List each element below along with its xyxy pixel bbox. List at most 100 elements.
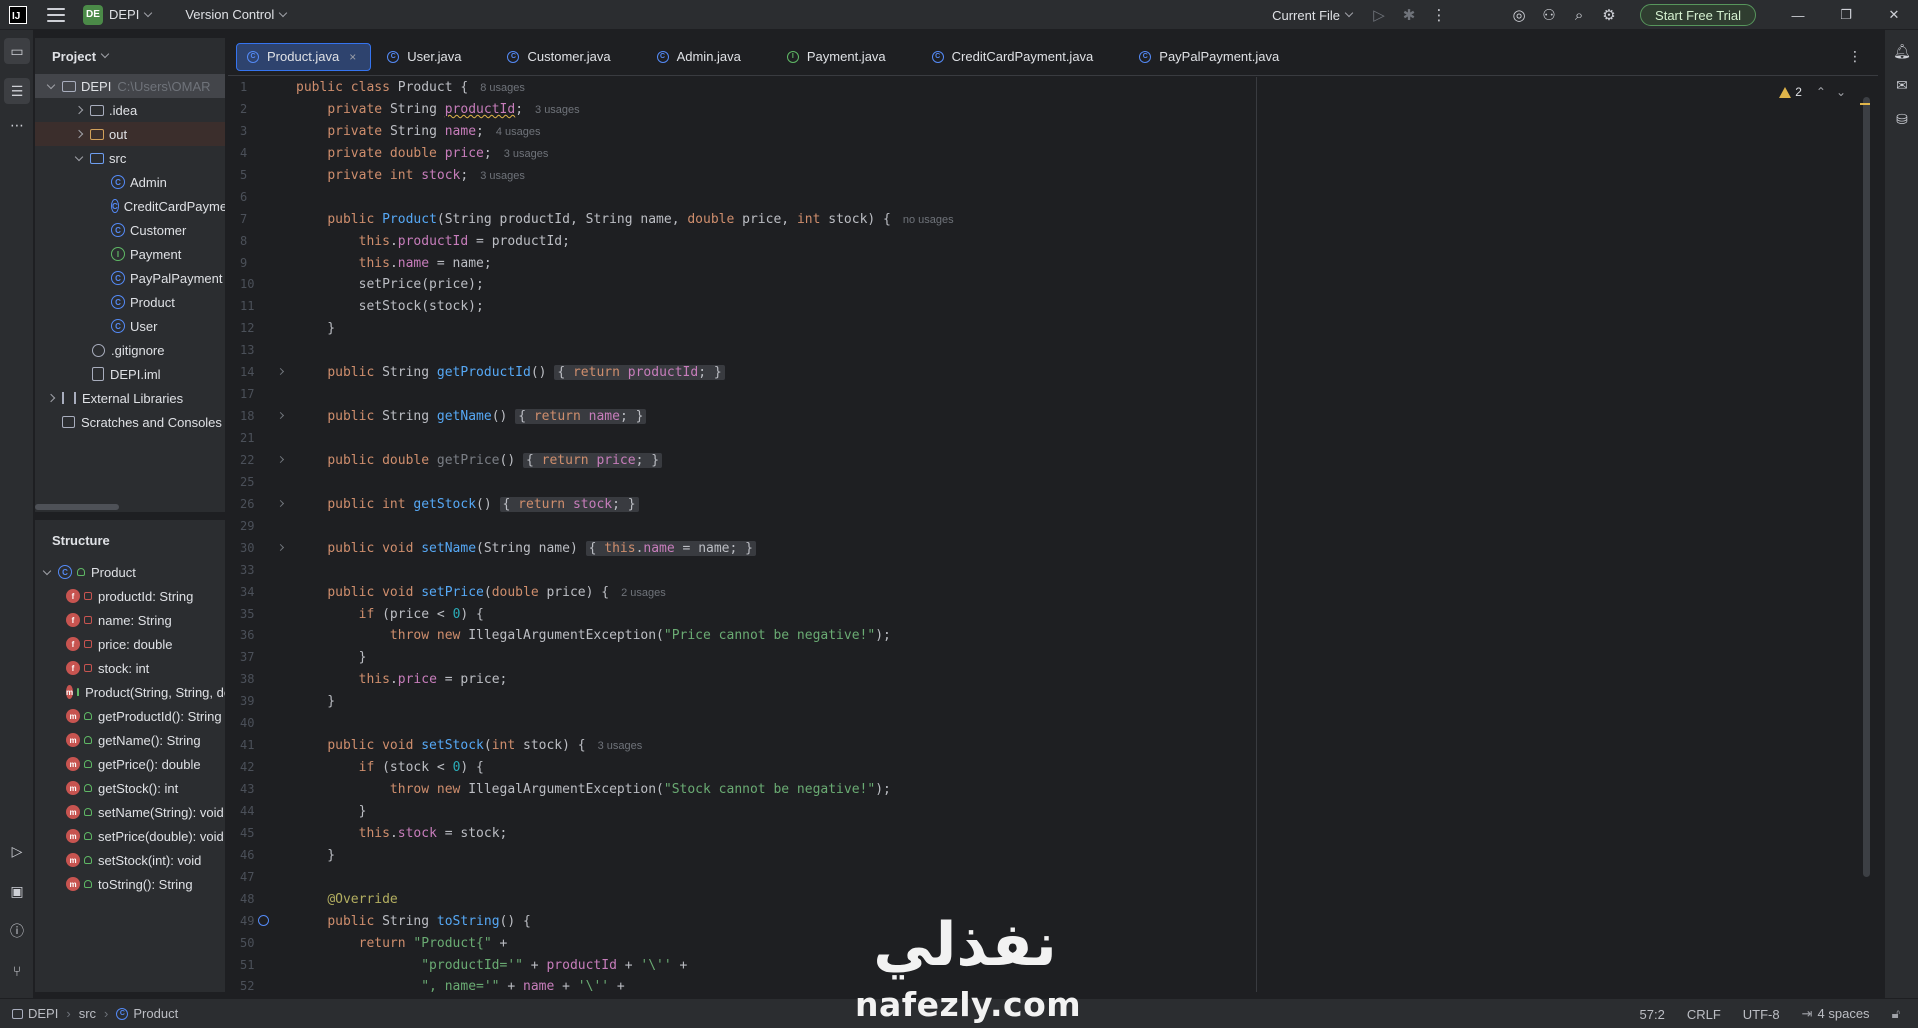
vcs-menu[interactable]: Version Control: [185, 7, 288, 22]
inspection-widget[interactable]: 2 ⌃ ⌄: [1779, 85, 1846, 99]
start-free-trial-button[interactable]: Start Free Trial: [1640, 4, 1756, 26]
code-area[interactable]: 1 2 3 4 5 6 7 8 9 10 11 12 13 14 17 18 21 22 25 26 29 30 33 34 3…: [228, 77, 1878, 992]
services-run-icon[interactable]: ▷: [4, 838, 30, 864]
tree-item-product[interactable]: C Product: [35, 290, 225, 314]
fold-expand-icon[interactable]: [276, 368, 285, 376]
close-window-icon[interactable]: ✕: [1870, 0, 1918, 30]
tree-item-gitignore[interactable]: .gitignore: [35, 338, 225, 362]
fold-expand-icon[interactable]: [276, 543, 285, 551]
next-highlight-icon[interactable]: ⌄: [1836, 85, 1846, 99]
minimize-window-icon[interactable]: —: [1774, 0, 1822, 30]
tab-paypalpayment-java[interactable]: C PayPalPayment.java: [1129, 43, 1293, 71]
notifications-bell-icon[interactable]: 🔔︎: [1889, 38, 1915, 64]
warning-stripe-mark[interactable]: [1860, 103, 1870, 105]
tree-item-out[interactable]: out: [35, 122, 225, 146]
problems-icon[interactable]: ⓘ: [4, 918, 30, 944]
line-separator[interactable]: CRLF: [1687, 1007, 1721, 1022]
structure-field[interactable]: f name: String: [35, 608, 225, 632]
tab-user-java[interactable]: C User.java: [377, 43, 475, 71]
usages-hint[interactable]: 4 usages: [496, 126, 541, 138]
settings-gear-icon[interactable]: ⚙: [1594, 0, 1624, 30]
usages-hint[interactable]: 3 usages: [480, 170, 525, 182]
tree-item-paypalpayment[interactable]: C PayPalPayment: [35, 266, 225, 290]
structure-root-product[interactable]: C Product: [35, 560, 225, 584]
tab-options-icon[interactable]: ⋮: [1848, 48, 1862, 65]
tab-admin-java[interactable]: C Admin.java: [647, 43, 755, 71]
tree-item-scratches[interactable]: Scratches and Consoles: [35, 410, 225, 434]
search-icon[interactable]: ⌕: [1564, 0, 1594, 30]
structure-method[interactable]: m toString(): String: [35, 872, 225, 896]
usages-hint[interactable]: 3 usages: [504, 148, 549, 160]
structure-method[interactable]: m getName(): String: [35, 728, 225, 752]
expand-arrow-icon[interactable]: [42, 567, 52, 577]
structure-method[interactable]: m setName(String): void: [35, 800, 225, 824]
tree-item-payment[interactable]: I Payment: [35, 242, 225, 266]
tab-product-java[interactable]: C Product.java ×: [236, 42, 372, 71]
usages-hint[interactable]: 3 usages: [535, 104, 580, 116]
tab-customer-java[interactable]: C Customer.java: [497, 43, 624, 71]
indent-setting[interactable]: ⇥ 4 spaces: [1802, 1006, 1870, 1022]
git-branch-icon[interactable]: ⑂: [4, 958, 30, 984]
tree-item-customer[interactable]: C Customer: [35, 218, 225, 242]
usages-hint[interactable]: 3 usages: [598, 740, 643, 752]
debug-icon[interactable]: ✱: [1394, 0, 1424, 30]
caret-position[interactable]: 57:2: [1640, 1007, 1665, 1022]
usages-hint[interactable]: 2 usages: [621, 587, 666, 599]
collapse-arrow-icon[interactable]: [74, 105, 84, 115]
close-tab-icon[interactable]: ×: [349, 50, 356, 64]
structure-method[interactable]: m getStock(): int: [35, 776, 225, 800]
ai-assistant-icon[interactable]: ◎: [1504, 0, 1534, 30]
more-tools-icon[interactable]: ⋯: [4, 112, 30, 138]
usages-hint[interactable]: no usages: [903, 214, 954, 226]
structure-field[interactable]: f productId: String: [35, 584, 225, 608]
database-icon[interactable]: ⛁: [1889, 106, 1915, 132]
tree-item-idea[interactable]: .idea: [35, 98, 225, 122]
project-selector[interactable]: DEPI: [109, 7, 153, 22]
project-tool-folder-icon[interactable]: ▭: [4, 38, 30, 64]
more-actions-icon[interactable]: ⋮: [1424, 0, 1454, 30]
file-encoding[interactable]: UTF-8: [1743, 1007, 1780, 1022]
ai-chat-icon[interactable]: ✉: [1889, 72, 1915, 98]
main-menu-icon[interactable]: [47, 7, 65, 22]
code-with-me-icon[interactable]: ⚇: [1534, 0, 1564, 30]
override-method-icon[interactable]: [258, 914, 269, 926]
structure-method[interactable]: m setStock(int): void: [35, 848, 225, 872]
breadcrumb-src[interactable]: src: [79, 1006, 96, 1021]
previous-highlight-icon[interactable]: ⌃: [1816, 85, 1826, 99]
tree-item-admin[interactable]: C Admin: [35, 170, 225, 194]
usages-hint[interactable]: 8 usages: [480, 82, 525, 94]
project-panel-header[interactable]: Project: [35, 38, 225, 74]
run-icon[interactable]: ▷: [1364, 0, 1394, 30]
project-horizontal-scrollbar[interactable]: [35, 504, 119, 510]
tree-item-creditcardpayment[interactable]: C CreditCardPayment: [35, 194, 225, 218]
structure-method[interactable]: m getProductId(): String: [35, 704, 225, 728]
tree-item-depi-iml[interactable]: DEPI.iml: [35, 362, 225, 386]
run-config-selector[interactable]: Current File: [1272, 8, 1354, 23]
tree-item-user[interactable]: C User: [35, 314, 225, 338]
tree-item-external-libraries[interactable]: External Libraries: [35, 386, 225, 410]
fold-expand-icon[interactable]: [276, 499, 285, 507]
structure-field[interactable]: f price: double: [35, 632, 225, 656]
editor-vertical-scrollbar[interactable]: [1863, 97, 1870, 877]
expand-arrow-icon[interactable]: [74, 153, 84, 163]
structure-field[interactable]: f stock: int: [35, 656, 225, 680]
collapse-arrow-icon[interactable]: [46, 393, 56, 403]
structure-method[interactable]: mProduct(String, String, double, int): [35, 680, 225, 704]
tab-creditcardpayment-java[interactable]: C CreditCardPayment.java: [922, 43, 1108, 71]
breadcrumb-product[interactable]: C Product: [116, 1006, 178, 1021]
structure-method[interactable]: m setPrice(double): void: [35, 824, 225, 848]
code-content[interactable]: public class Product {8 usages private S…: [296, 77, 954, 992]
structure-tool-icon[interactable]: ☰: [4, 78, 30, 104]
terminal-icon[interactable]: ▣: [4, 878, 30, 904]
tree-item-src[interactable]: src: [35, 146, 225, 170]
fold-expand-icon[interactable]: [276, 412, 285, 420]
breadcrumb-project[interactable]: DEPI: [12, 1006, 58, 1021]
tree-item-project-root[interactable]: DEPI C:\Users\OMAR: [35, 74, 225, 98]
fold-expand-icon[interactable]: [276, 455, 285, 463]
restore-window-icon[interactable]: ❐: [1822, 0, 1870, 30]
collapse-arrow-icon[interactable]: [74, 129, 84, 139]
expand-arrow-icon[interactable]: [46, 81, 56, 91]
tab-payment-java[interactable]: I Payment.java: [777, 43, 900, 71]
read-only-lock-icon[interactable]: 🔓︎: [1892, 1006, 1900, 1022]
structure-method[interactable]: m getPrice(): double: [35, 752, 225, 776]
